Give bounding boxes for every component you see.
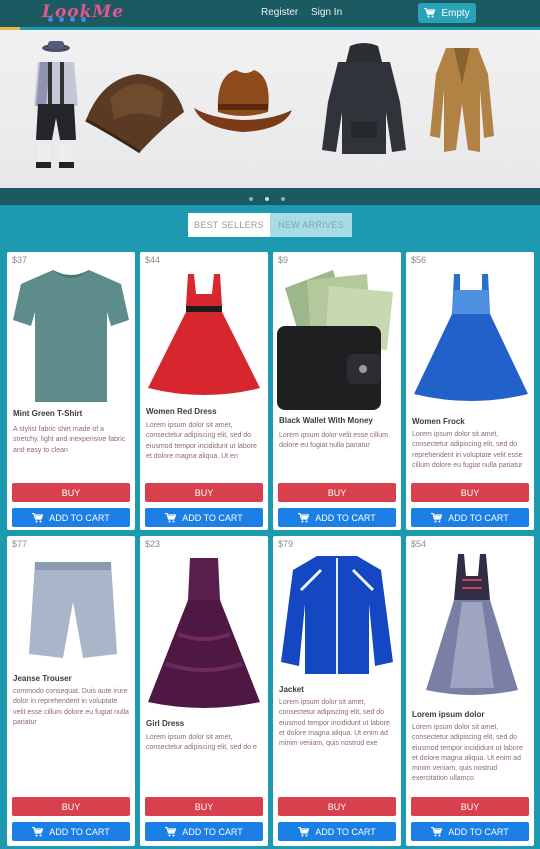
cart-button[interactable]: Empty [418,3,476,23]
mint-tshirt-image[interactable] [13,266,129,406]
product-description: Lorem ipsum dolor sit amet, consectetur … [412,431,523,469]
add-to-cart-button[interactable]: ADD TO CART [145,508,263,527]
add-to-cart-button[interactable]: ADD TO CART [145,822,263,841]
product-card: $23 Girl Dress Lorem ipsum dolor sit ame… [140,536,268,846]
wallet-with-money-image[interactable] [277,266,397,412]
add-to-cart-label: ADD TO CART [315,826,376,837]
add-to-cart-button[interactable]: ADD TO CART [12,508,130,527]
product-card: $37 Mint Green T-Shirt A stylist fabric … [7,252,135,530]
shopping-cart-icon [32,826,44,836]
add-to-cart-label: ADD TO CART [182,512,243,523]
product-price: $23 [145,539,161,549]
purple-ball-gown-image[interactable] [148,554,260,710]
product-price: $56 [411,255,427,265]
product-description: Lorem ipsum dolor sit amet, consectetur … [279,699,390,748]
product-card: $9 Black Wallet With Money Lorem ipsum d… [273,252,401,530]
product-name[interactable]: Women Red Dress [146,407,217,416]
product-name[interactable]: Women Frock [412,417,465,426]
cart-label: Empty [441,7,470,19]
signin-link[interactable]: Sign In [311,7,342,18]
product-price: $54 [411,539,427,549]
logo-dots [48,17,86,22]
carousel-indicators[interactable] [249,197,285,201]
site-logo[interactable]: LookMe [42,2,142,24]
buy-button[interactable]: BUY [12,797,130,816]
product-description: A stylist fabric shirt made of a stretch… [13,426,126,454]
product-card: $79 Jacket Lorem ipsum dolor sit amet, c… [273,536,401,846]
product-name[interactable]: Lorem ipsum dolor [412,710,484,719]
product-card: $54 Lorem ipsum dolor Lorem ipsum dolor … [406,536,534,846]
product-price: $77 [12,539,28,549]
add-to-cart-button[interactable]: ADD TO CART [411,508,529,527]
add-to-cart-button[interactable]: ADD TO CART [278,508,396,527]
add-to-cart-button[interactable]: ADD TO CART [12,822,130,841]
blue-frock-image[interactable] [414,270,528,404]
buy-button[interactable]: BUY [145,797,263,816]
product-description: Lorem ipsum dolor sit amet, consectetur … [146,422,257,460]
product-tabs: BEST SELLERS NEW ARRIVES [188,213,352,237]
tab-new-arrives[interactable]: NEW ARRIVES [270,213,352,237]
cowboy-hat-image [194,70,292,132]
product-card: $77 Jeanse Trouser commodo consequat. Du… [7,536,135,846]
add-to-cart-label: ADD TO CART [182,826,243,837]
product-name[interactable]: Girl Dress [146,719,184,728]
lederhosen-outfit-image [34,41,78,168]
add-to-cart-button[interactable]: ADD TO CART [411,822,529,841]
product-name[interactable]: Black Wallet With Money [279,416,373,425]
product-description: Lorem ipsum dolor velit esse cillum dolo… [279,432,388,450]
product-name[interactable]: Jeanse Trouser [13,674,72,683]
blue-jacket-image[interactable] [281,550,393,680]
navbar: LookMe Register Sign In Empty [0,0,540,27]
shopping-cart-icon [165,826,177,836]
red-dress-image[interactable] [148,270,260,398]
add-to-cart-button[interactable]: ADD TO CART [278,822,396,841]
product-price: $79 [278,539,294,549]
buy-button[interactable]: BUY [411,483,529,502]
buy-button[interactable]: BUY [278,797,396,816]
shopping-cart-icon [32,512,44,522]
product-name[interactable]: Mint Green T-Shirt [13,409,82,418]
pirate-hat-image [85,74,184,154]
shopping-cart-icon [165,512,177,522]
carousel-indicator[interactable] [281,197,285,201]
buy-button[interactable]: BUY [12,483,130,502]
product-card: $56 Women Frock Lorem ipsum dolor sit am… [406,252,534,530]
product-price: $9 [278,255,289,265]
add-to-cart-label: ADD TO CART [49,826,110,837]
buy-button[interactable]: BUY [411,797,529,816]
buy-button[interactable]: BUY [145,483,263,502]
product-description: Lorem ipsum dolor sit amet, consectetur … [412,724,523,783]
add-to-cart-label: ADD TO CART [448,512,509,523]
carousel-indicator[interactable] [249,197,253,201]
buy-button[interactable]: BUY [278,483,396,502]
carousel-slide [0,30,540,188]
tan-tailcoat-image [430,48,494,152]
shopping-cart-icon [298,512,310,522]
shopping-cart-icon [431,826,443,836]
add-to-cart-label: ADD TO CART [49,512,110,523]
product-card: $44 Women Red Dress Lorem ipsum dolor si… [140,252,268,530]
shopping-cart-icon [298,826,310,836]
black-hoodie-image [322,43,406,154]
dirndl-dress-image[interactable] [422,550,522,698]
product-name[interactable]: Jacket [279,685,304,694]
register-link[interactable]: Register [261,7,298,18]
carousel-indicator-active[interactable] [265,197,269,201]
tab-best-sellers[interactable]: BEST SELLERS [188,213,270,237]
shopping-cart-icon [424,8,436,18]
product-description: Lorem ipsum dolor sit amet, consectetur … [146,734,257,752]
product-price: $37 [12,255,28,265]
add-to-cart-label: ADD TO CART [448,826,509,837]
product-description: commodo consequat. Duis aute irure dolor… [13,688,129,726]
shopping-cart-icon [431,512,443,522]
add-to-cart-label: ADD TO CART [315,512,376,523]
product-price: $44 [145,255,161,265]
jeans-shorts-image[interactable] [27,558,119,662]
hero-carousel[interactable] [0,30,540,205]
